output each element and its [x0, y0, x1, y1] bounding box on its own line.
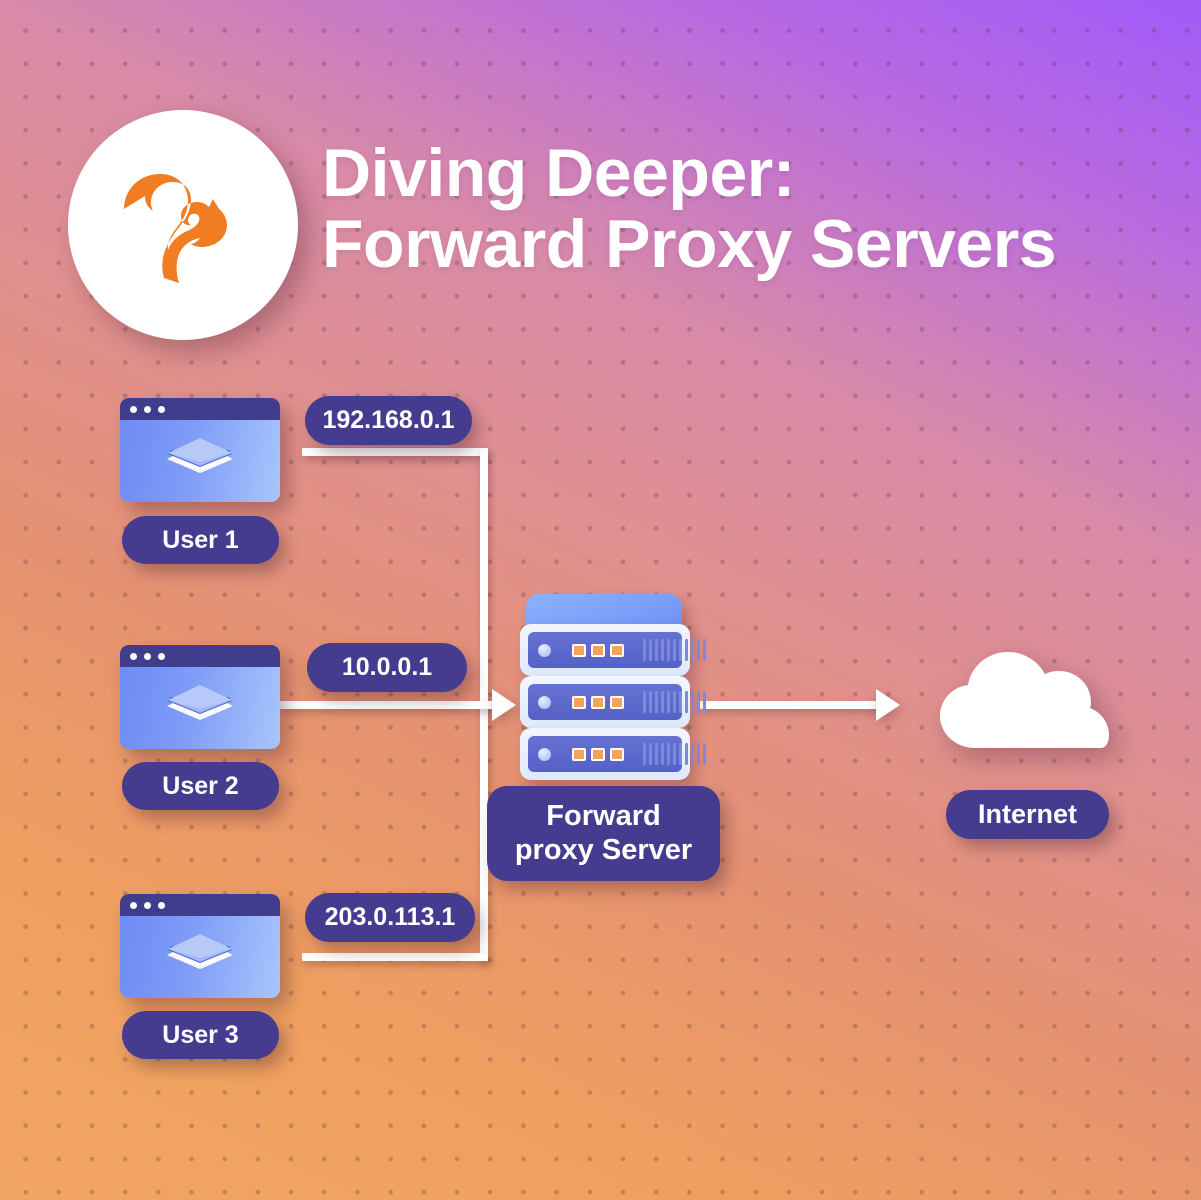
client-window-user-3[interactable]	[120, 894, 280, 998]
layers-stack-icon	[163, 434, 237, 488]
proxy-label-line-1: Forward	[546, 800, 661, 833]
window-dot-maximize-icon	[158, 405, 165, 413]
window-dot-minimize-icon	[144, 901, 151, 909]
ip-badge-user-1: 192.168.0.1	[305, 396, 472, 445]
ip-badge-user-2: 10.0.0.1	[307, 643, 467, 692]
window-body	[120, 667, 280, 749]
client-label-text: User 3	[162, 1020, 239, 1049]
infographic-canvas: Diving Deeper: Forward Proxy Servers Use…	[0, 0, 1201, 1200]
proxy-server-label: Forward proxy Server	[487, 786, 720, 881]
server-vent-grill	[643, 639, 706, 661]
server-vent-grill	[643, 743, 706, 765]
window-dot-minimize-icon	[144, 652, 151, 660]
window-dot-close-icon	[130, 405, 137, 413]
server-unit-face	[528, 632, 706, 668]
connector-user3-horizontal	[302, 953, 488, 961]
ip-badge-user-3: 203.0.113.1	[305, 893, 475, 942]
connector-proxy-to-internet	[700, 701, 878, 709]
server-ports	[572, 747, 624, 761]
server-port-icon	[591, 643, 605, 657]
cloud-icon	[920, 634, 1134, 750]
window-dot-minimize-icon	[144, 405, 151, 413]
server-unit	[520, 676, 706, 728]
client-label-user-2: User 2	[122, 762, 279, 810]
server-port-icon	[591, 695, 605, 709]
client-label-text: User 2	[162, 771, 239, 800]
window-dot-close-icon	[130, 901, 137, 909]
window-dot-maximize-icon	[158, 901, 165, 909]
server-port-icon	[572, 643, 586, 657]
window-titlebar	[120, 645, 280, 667]
window-titlebar	[120, 398, 280, 420]
server-port-icon	[572, 747, 586, 761]
connector-user2-horizontal	[280, 701, 495, 709]
ip-badge-text: 203.0.113.1	[324, 903, 456, 931]
server-port-icon	[610, 747, 624, 761]
internet-cloud	[920, 634, 1134, 750]
server-port-icon	[572, 695, 586, 709]
server-led-icon	[538, 643, 551, 657]
layers-stack-icon	[163, 930, 237, 984]
internet-label-text: Internet	[977, 799, 1077, 829]
server-unit-face	[528, 684, 706, 720]
server-ports	[572, 695, 624, 709]
server-led-icon	[538, 747, 551, 761]
window-dot-close-icon	[130, 652, 137, 660]
ip-badge-text: 192.168.0.1	[322, 406, 455, 434]
server-port-icon	[610, 643, 624, 657]
client-window-user-2[interactable]	[120, 645, 280, 749]
server-led-icon	[538, 695, 551, 709]
server-unit-face	[528, 736, 706, 772]
window-titlebar	[120, 894, 280, 916]
arrow-to-proxy-icon	[492, 689, 516, 721]
server-unit	[520, 728, 706, 780]
layers-stack-icon	[163, 681, 237, 735]
window-body	[120, 916, 280, 998]
proxy-label-line-2: proxy Server	[514, 833, 693, 866]
window-dot-maximize-icon	[158, 652, 165, 660]
client-label-user-3: User 3	[122, 1011, 279, 1059]
arrow-to-internet-icon	[876, 689, 900, 721]
server-unit	[520, 624, 706, 676]
ip-badge-text: 10.0.0.1	[341, 653, 433, 681]
proxy-server-icon	[520, 594, 706, 780]
server-vent-grill	[643, 691, 706, 713]
internet-label: Internet	[946, 790, 1109, 839]
client-label-text: User 1	[162, 525, 239, 554]
connector-user1-horizontal	[302, 448, 488, 456]
server-ports	[572, 643, 624, 657]
client-window-user-1[interactable]	[120, 398, 280, 502]
server-port-icon	[591, 747, 605, 761]
client-label-user-1: User 1	[122, 516, 279, 564]
server-port-icon	[610, 695, 624, 709]
window-body	[120, 420, 280, 502]
